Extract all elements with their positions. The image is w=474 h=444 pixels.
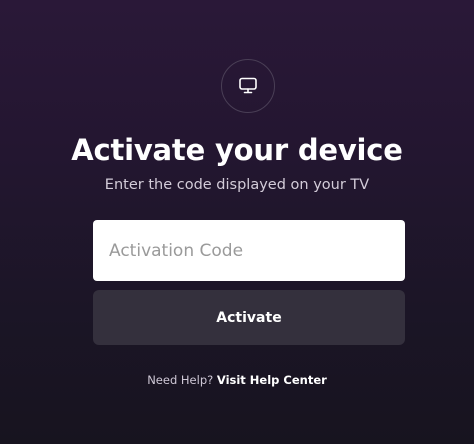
device-badge: [221, 59, 275, 113]
page-subtitle: Enter the code displayed on your TV: [104, 177, 370, 193]
monitor-icon: [238, 77, 258, 95]
activate-button[interactable]: Activate: [93, 290, 405, 345]
page-title: Activate your device: [71, 133, 403, 167]
help-prompt: Need Help?: [147, 373, 214, 387]
help-row: Need Help? Visit Help Center: [0, 372, 474, 388]
activation-page: Activate your device Enter the code disp…: [0, 0, 474, 444]
activation-code-input[interactable]: [93, 220, 405, 281]
help-center-link[interactable]: Visit Help Center: [217, 373, 327, 387]
